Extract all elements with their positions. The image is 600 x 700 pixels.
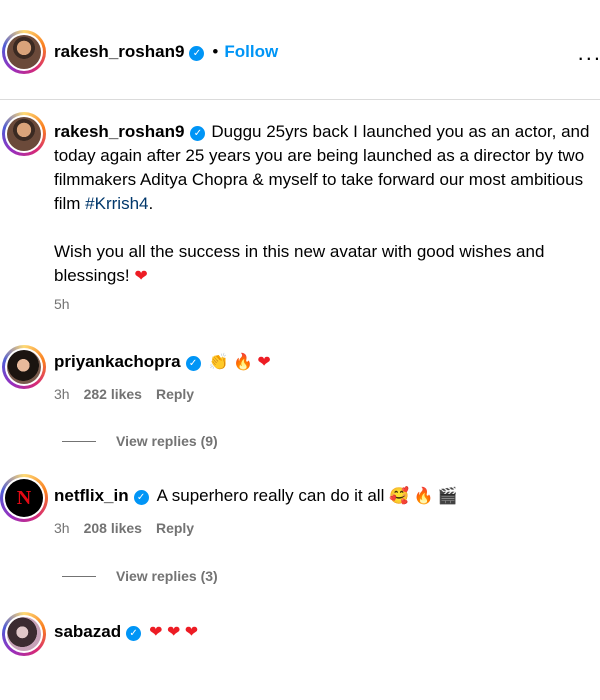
comment-clip: sabazad ✓ ❤ ❤ ❤ (0, 610, 600, 660)
view-replies-button[interactable]: View replies (3) (62, 568, 218, 584)
verified-badge-icon: ✓ (189, 46, 205, 61)
author-avatar[interactable] (2, 30, 46, 74)
comment-meta: 3h 282 likes Reply (54, 386, 208, 402)
follow-button[interactable]: Follow (224, 42, 278, 61)
netflix-logo-icon: N (16, 486, 32, 509)
comment-username[interactable]: priyankachopra (54, 352, 181, 371)
comment-time[interactable]: 3h (54, 520, 70, 536)
verified-badge-icon: ✓ (185, 356, 201, 371)
post-timestamp[interactable]: 5h (54, 296, 70, 312)
caption-paragraph-1: rakesh_roshan9 ✓ Duggu 25yrs back I launch… (54, 120, 600, 216)
caption-username[interactable]: rakesh_roshan9 (54, 122, 184, 141)
comment-body: A superhero really can do it all (156, 486, 385, 505)
comment-username[interactable]: netflix_in (54, 486, 129, 505)
view-replies-button[interactable]: View replies (9) (62, 433, 218, 449)
comment-text-row: sabazad ✓ ❤ ❤ ❤ (54, 620, 198, 645)
comment-time[interactable]: 3h (54, 386, 70, 402)
commenter-avatar[interactable] (2, 612, 46, 656)
replies-divider (62, 576, 96, 577)
comment-emojis: ❤ ❤ ❤ (149, 624, 199, 641)
replies-divider (62, 441, 96, 442)
more-options-icon[interactable]: ... (578, 40, 600, 66)
comment-text-row: priyankachopra ✓ 👏 🔥 ❤ (54, 350, 271, 375)
caption-avatar[interactable] (2, 112, 46, 156)
comment-text-row: netflix_in ✓ A superhero really can do it … (54, 484, 458, 509)
reply-button[interactable]: Reply (156, 520, 194, 536)
comment-likes[interactable]: 282 likes (84, 386, 142, 402)
verified-badge-icon: ✓ (126, 626, 142, 641)
view-replies-label: View replies (3) (116, 568, 218, 584)
reply-button[interactable]: Reply (156, 386, 194, 402)
caption-text-end: . (148, 194, 154, 213)
commenter-avatar[interactable] (2, 345, 46, 389)
caption-paragraph-2: Wish you all the success in this new ava… (54, 240, 600, 289)
commenter-avatar[interactable]: N (0, 474, 48, 522)
separator-dot: • (212, 42, 219, 61)
comment-username[interactable]: sabazad (54, 622, 121, 641)
post-header: rakesh_roshan9 ✓ • Follow ... (0, 0, 600, 100)
view-replies-label: View replies (9) (116, 433, 218, 449)
comment-emojis: 🥰 🔥 🎬 (389, 488, 458, 505)
hashtag-link[interactable]: #Krrish4 (85, 194, 148, 213)
header-username[interactable]: rakesh_roshan9 (54, 42, 184, 61)
caption-text-2: Wish you all the success in this new ava… (54, 242, 545, 285)
comment-meta: 3h 208 likes Reply (54, 520, 208, 536)
post-caption: rakesh_roshan9 ✓ Duggu 25yrs back I launch… (54, 120, 600, 289)
comment-likes[interactable]: 208 likes (84, 520, 142, 536)
verified-badge-icon: ✓ (133, 490, 149, 505)
comment-emojis: 👏 🔥 ❤ (208, 354, 271, 371)
header-user-row: rakesh_roshan9 ✓ • Follow (54, 42, 278, 62)
verified-badge-icon: ✓ (190, 126, 206, 141)
heart-emoji-icon: ❤ (134, 268, 148, 285)
